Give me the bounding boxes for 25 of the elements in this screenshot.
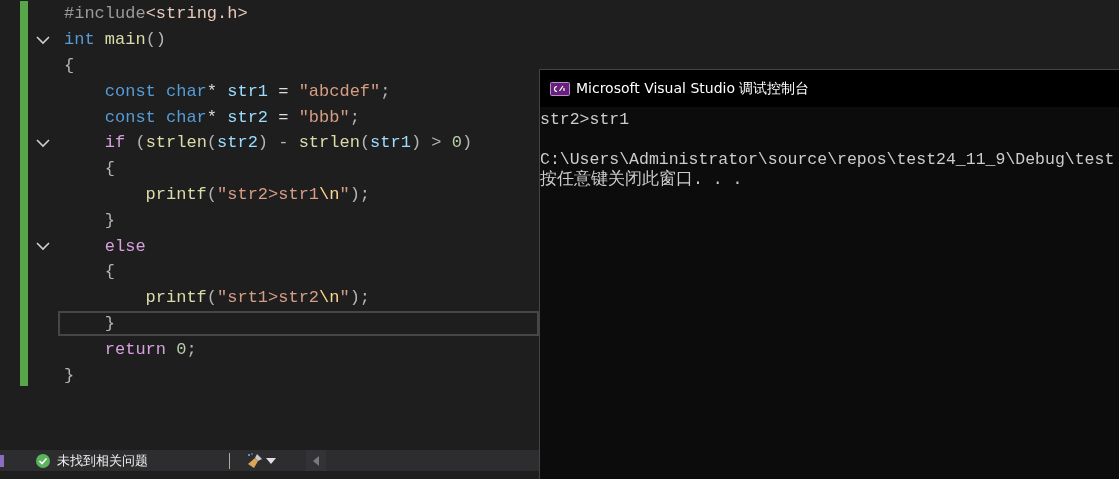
status-text[interactable]: 未找到相关问题 [57,451,229,470]
code-line: #include<string.h> [63,3,249,26]
console-icon [550,81,570,96]
code-line: if (strlen(str2) - strlen(str1) > 0) [103,132,474,155]
code-line: return 0; [103,338,198,361]
code-line: } [103,209,116,232]
code-line: const char* str1 = "abcdef"; [103,80,392,103]
console-line: str2>str1 [540,110,630,130]
window-title: Microsoft Visual Studio 调试控制台 [576,79,810,98]
console-line: C:\Users\Administrator\source\repos\test24_11_9\Debug\test [540,150,1115,169]
brush-icon[interactable] [246,451,264,470]
code-line: else [103,235,147,258]
code-line: { [103,261,116,284]
console-line: 按任意键关闭此窗口. . . [540,170,743,190]
check-circle-icon [36,453,50,468]
scroll-left-button[interactable] [306,450,326,471]
code-line: printf("str2>str1\n"); [144,183,372,206]
caret-left-icon [313,455,319,466]
code-line: printf("srt1>str2\n"); [144,287,372,310]
code-line: { [103,158,116,181]
code-line: } [63,364,76,387]
caret-down-icon[interactable] [266,457,276,464]
code-line: const char* str2 = "bbb"; [103,106,361,129]
code-line: { [63,55,76,77]
code-line: int main() [63,29,168,52]
